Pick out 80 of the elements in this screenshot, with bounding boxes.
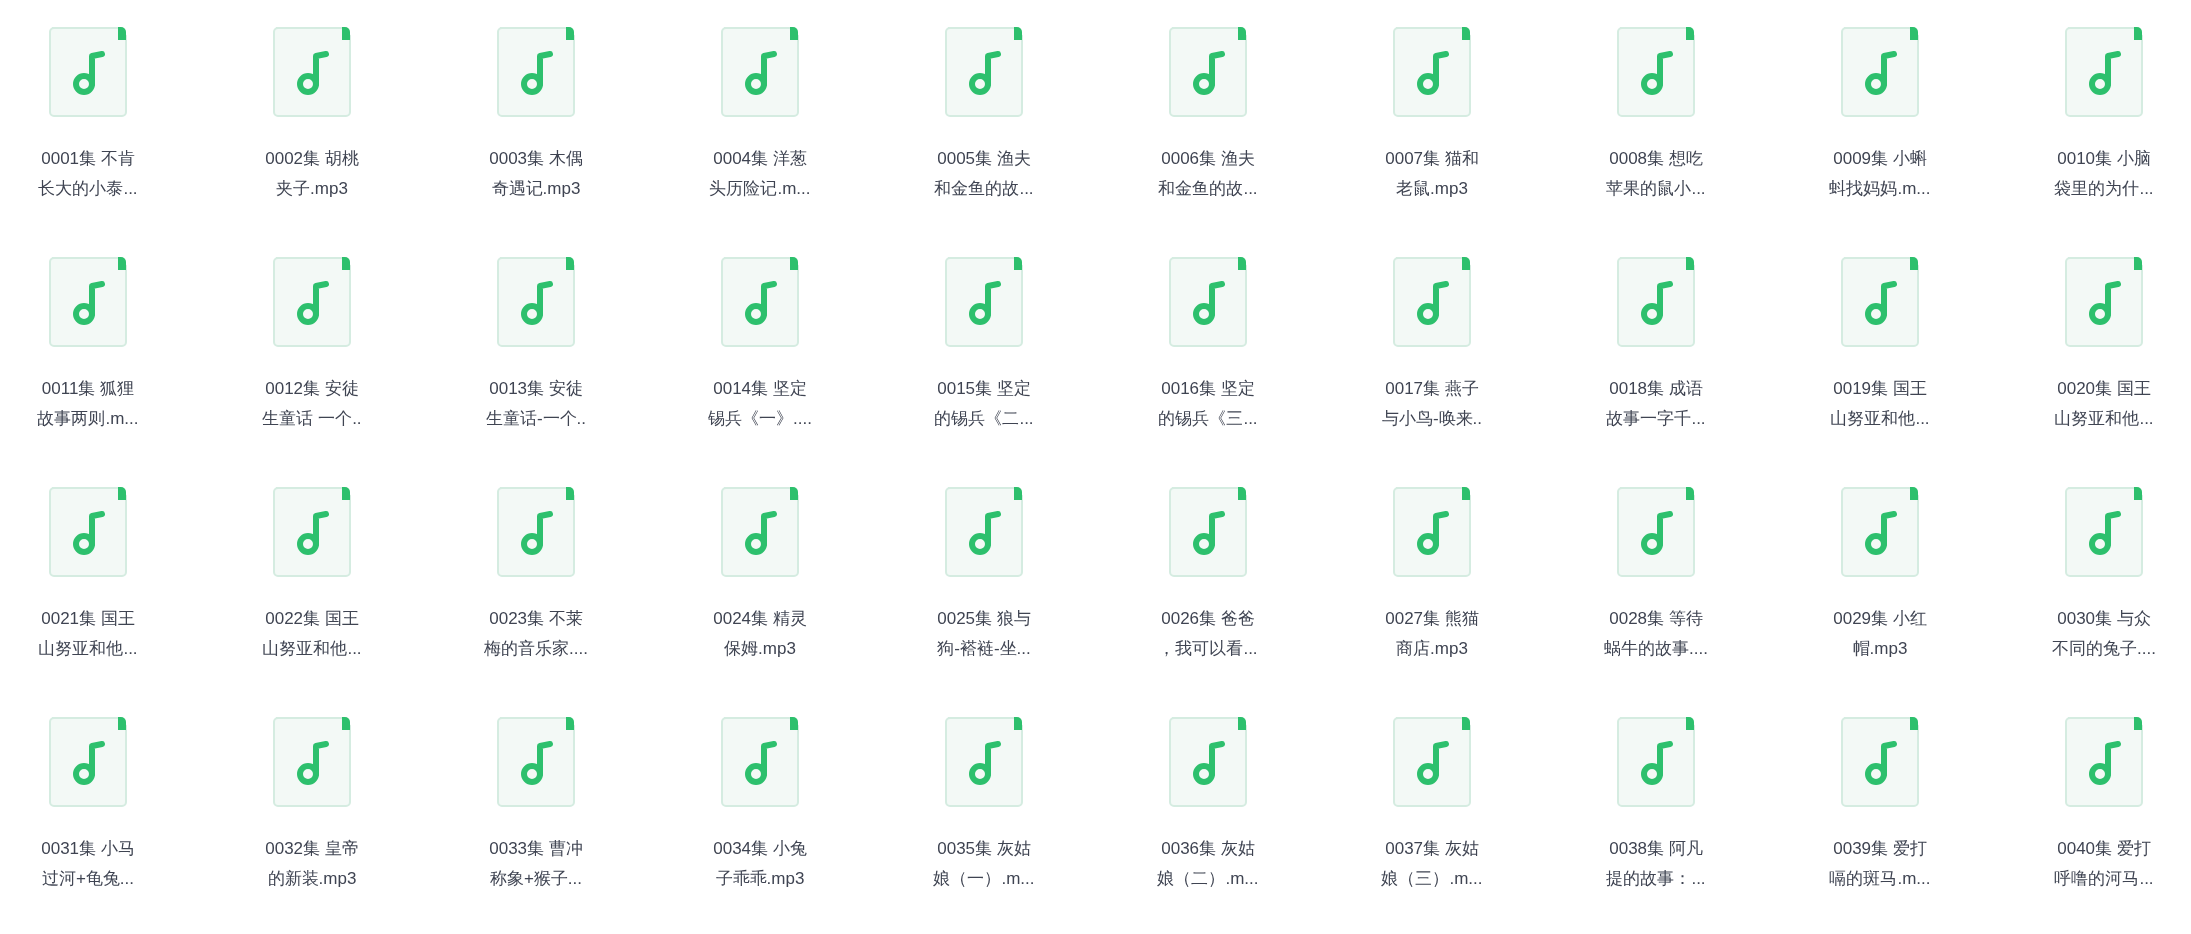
music-file-item[interactable]: 0024集 精灵 保姆.mp3 (672, 486, 848, 716)
music-file-item[interactable]: 0002集 胡桃 夹子.mp3 (224, 26, 400, 256)
music-file-item[interactable]: 0005集 渔夫 和金鱼的故... (896, 26, 1072, 256)
music-file-item[interactable]: 0022集 国王 山努亚和他... (224, 486, 400, 716)
music-file-item[interactable]: 0027集 熊猫 商店.mp3 (1344, 486, 1520, 716)
music-file-item[interactable]: 0011集 狐狸 故事两则.m... (0, 256, 176, 486)
music-file-item[interactable]: 0017集 燕子 与小鸟-唤来.. (1344, 256, 1520, 486)
music-file-item[interactable]: 0033集 曹冲 称象+猴子... (448, 716, 624, 934)
music-file-item[interactable]: 0040集 爱打 呼噜的河马... (2016, 716, 2191, 934)
music-file-icon (48, 716, 128, 808)
music-file-item[interactable]: 0025集 狼与 狗-褡裢-坐... (896, 486, 1072, 716)
music-file-icon (944, 256, 1024, 348)
music-file-icon (48, 256, 128, 348)
music-file-item[interactable]: 0030集 与众 不同的兔子.... (2016, 486, 2191, 716)
music-file-item[interactable]: 0039集 爱打 嗝的斑马.m... (1792, 716, 1968, 934)
music-file-item[interactable]: 0001集 不肯 长大的小泰... (0, 26, 176, 256)
music-file-icon (1168, 256, 1248, 348)
music-file-icon (48, 26, 128, 118)
music-file-icon (496, 256, 576, 348)
music-file-icon (1616, 256, 1696, 348)
music-file-item[interactable]: 0035集 灰姑 娘（一）.m... (896, 716, 1072, 934)
music-file-icon (1840, 486, 1920, 578)
music-file-icon (1616, 26, 1696, 118)
music-file-icon (272, 26, 352, 118)
music-file-item[interactable]: 0012集 安徒 生童话 一个.. (224, 256, 400, 486)
music-file-icon (720, 256, 800, 348)
music-file-item[interactable]: 0034集 小兔 子乖乖.mp3 (672, 716, 848, 934)
music-file-icon (1168, 716, 1248, 808)
music-file-item[interactable]: 0010集 小脑 袋里的为什... (2016, 26, 2191, 256)
music-file-icon (1392, 716, 1472, 808)
music-file-icon (1168, 486, 1248, 578)
music-file-icon (272, 256, 352, 348)
music-file-icon (1840, 716, 1920, 808)
music-file-icon (48, 486, 128, 578)
music-file-icon (1840, 256, 1920, 348)
music-file-icon (1392, 486, 1472, 578)
music-file-item[interactable]: 0015集 坚定 的锡兵《二... (896, 256, 1072, 486)
music-file-icon (2064, 26, 2144, 118)
music-file-icon (2064, 256, 2144, 348)
music-file-item[interactable]: 0020集 国王 山努亚和他... (2016, 256, 2191, 486)
music-file-item[interactable]: 0032集 皇帝 的新装.mp3 (224, 716, 400, 934)
music-file-item[interactable]: 0009集 小蝌 蚪找妈妈.m... (1792, 26, 1968, 256)
music-file-item[interactable]: 0031集 小马 过河+龟兔... (0, 716, 176, 934)
music-file-icon (496, 26, 576, 118)
music-file-item[interactable]: 0038集 阿凡 提的故事：... (1568, 716, 1744, 934)
music-file-item[interactable]: 0026集 爸爸 ，我可以看... (1120, 486, 1296, 716)
music-file-item[interactable]: 0028集 等待 蜗牛的故事.... (1568, 486, 1744, 716)
music-file-icon (944, 716, 1024, 808)
music-file-icon (720, 486, 800, 578)
music-file-icon (1392, 26, 1472, 118)
music-file-item[interactable]: 0018集 成语 故事一字千... (1568, 256, 1744, 486)
music-file-item[interactable]: 0019集 国王 山努亚和他... (1792, 256, 1968, 486)
music-file-item[interactable]: 0006集 渔夫 和金鱼的故... (1120, 26, 1296, 256)
music-file-item[interactable]: 0008集 想吃 苹果的鼠小... (1568, 26, 1744, 256)
music-file-item[interactable]: 0016集 坚定 的锡兵《三... (1120, 256, 1296, 486)
music-file-icon (272, 486, 352, 578)
music-file-icon (1840, 26, 1920, 118)
music-file-item[interactable]: 0003集 木偶 奇遇记.mp3 (448, 26, 624, 256)
music-file-icon (496, 486, 576, 578)
music-file-item[interactable]: 0007集 猫和 老鼠.mp3 (1344, 26, 1520, 256)
music-file-item[interactable]: 0029集 小红 帽.mp3 (1792, 486, 1968, 716)
music-file-item[interactable]: 0037集 灰姑 娘（三）.m... (1344, 716, 1520, 934)
music-file-item[interactable]: 0023集 不莱 梅的音乐家.... (448, 486, 624, 716)
music-file-icon (1616, 486, 1696, 578)
music-file-item[interactable]: 0014集 坚定 锡兵《一》.... (672, 256, 848, 486)
music-file-icon (1392, 256, 1472, 348)
music-file-item[interactable]: 0004集 洋葱 头历险记.m... (672, 26, 848, 256)
music-file-item[interactable]: 0013集 安徒 生童话-一个.. (448, 256, 624, 486)
music-file-icon (2064, 486, 2144, 578)
music-file-icon (1616, 716, 1696, 808)
music-file-item[interactable]: 0021集 国王 山努亚和他... (0, 486, 176, 716)
music-file-icon (1168, 26, 1248, 118)
music-file-item[interactable]: 0036集 灰姑 娘（二）.m... (1120, 716, 1296, 934)
music-file-icon (944, 486, 1024, 578)
music-file-icon (2064, 716, 2144, 808)
music-file-icon (944, 26, 1024, 118)
music-file-icon (720, 26, 800, 118)
music-file-icon (496, 716, 576, 808)
music-file-icon (272, 716, 352, 808)
music-file-icon (720, 716, 800, 808)
